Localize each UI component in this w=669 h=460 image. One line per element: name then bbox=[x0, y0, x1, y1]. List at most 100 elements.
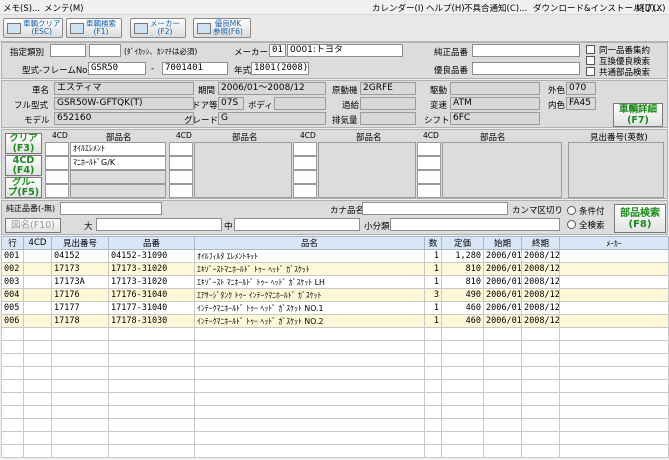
figure-name-button[interactable]: 図名(F10) bbox=[5, 218, 61, 233]
period-label: 期間 bbox=[198, 86, 216, 96]
cell-name bbox=[194, 431, 425, 445]
menu-memo[interactable]: メモ(S)... bbox=[3, 2, 40, 14]
table-row[interactable] bbox=[1, 405, 669, 419]
parts-entry-panel: 4CD 部品名 4CD 部品名 4CD 部品名 4CD 部品名 見出番号(英数)… bbox=[1, 129, 668, 199]
maker-name-field[interactable]: 0001:トヨタ bbox=[287, 44, 403, 57]
common-checkbox[interactable] bbox=[586, 67, 595, 76]
kana-input[interactable] bbox=[362, 202, 508, 215]
table-row[interactable]: 003 17173A 17173-31020 ｴｷｿﾞｰｽﾄ ﾏﾆﾎｰﾙﾄﾞ ﾄｩｰ … bbox=[1, 275, 669, 289]
col-start[interactable]: 始期 bbox=[483, 236, 522, 250]
genuine-no-field[interactable] bbox=[472, 44, 580, 57]
table-row[interactable] bbox=[1, 392, 669, 406]
type-field-2[interactable] bbox=[89, 44, 121, 57]
menu-maintenance[interactable]: メンテ(M) bbox=[44, 2, 83, 14]
grade-label: グレード bbox=[184, 116, 219, 126]
part-code-cell[interactable] bbox=[169, 156, 193, 170]
table-row[interactable] bbox=[1, 353, 669, 367]
col-maker[interactable]: ﾒｰｶｰ bbox=[559, 236, 669, 250]
mid-class-input[interactable] bbox=[234, 218, 360, 231]
col-part-no[interactable]: 品番 bbox=[108, 236, 195, 250]
part-name-cell[interactable] bbox=[70, 170, 166, 184]
part-name-cell[interactable]: ﾏﾆﾎｰﾙﾄﾞG/K bbox=[70, 156, 166, 170]
part-code-cell[interactable] bbox=[417, 184, 441, 198]
number-list[interactable] bbox=[568, 142, 664, 198]
part-name-cell[interactable] bbox=[70, 184, 166, 198]
col-price[interactable]: 定価 bbox=[441, 236, 484, 250]
cell-num bbox=[51, 405, 109, 419]
table-row[interactable] bbox=[1, 418, 669, 432]
part-code-cell[interactable] bbox=[417, 142, 441, 156]
cell-end: 2008/12 bbox=[521, 288, 560, 302]
same-part-checkbox[interactable] bbox=[586, 45, 595, 54]
car-icon bbox=[134, 22, 148, 34]
part-code-cell[interactable] bbox=[417, 170, 441, 184]
cell-row: 005 bbox=[1, 301, 24, 315]
table-row[interactable] bbox=[1, 431, 669, 445]
table-row[interactable] bbox=[1, 327, 669, 341]
small-class-input[interactable] bbox=[390, 218, 560, 231]
part-name-cell[interactable]: ｵｲﾙｴﾚﾒﾝﾄ bbox=[70, 142, 166, 156]
part-code-cell[interactable] bbox=[45, 170, 69, 184]
part-code-cell[interactable] bbox=[417, 156, 441, 170]
frame-no-field[interactable]: 7001401 bbox=[162, 62, 228, 75]
part-code-cell[interactable] bbox=[45, 142, 69, 156]
premium-no-field[interactable] bbox=[472, 62, 580, 75]
part-code-cell[interactable] bbox=[45, 156, 69, 170]
model-code-field[interactable]: GSR50 bbox=[88, 62, 146, 75]
col-row[interactable]: 行 bbox=[1, 236, 24, 250]
part-code-cell[interactable] bbox=[169, 170, 193, 184]
col-part-name[interactable]: 品名 bbox=[194, 236, 425, 250]
cell-end bbox=[521, 379, 560, 393]
cell-maker bbox=[559, 379, 669, 393]
menu-bug-report[interactable]: 不具合通知(C)... bbox=[464, 2, 527, 14]
part-code-cell[interactable] bbox=[293, 184, 317, 198]
table-row[interactable] bbox=[1, 340, 669, 354]
vehicle-clear-button[interactable]: 車輌クリア (ESC) bbox=[3, 18, 63, 38]
table-row[interactable]: 006 17178 17178-31030 ｲﾝﾃｰｸﾏﾆﾎｰﾙﾄﾞ ﾄｩｰ ﾍｯﾄﾞ… bbox=[1, 314, 669, 328]
all-search-radio[interactable] bbox=[567, 220, 576, 229]
type-field-1[interactable] bbox=[50, 44, 86, 57]
part-code-cell[interactable] bbox=[293, 142, 317, 156]
table-row[interactable]: 004 17176 17176-31040 ｴｱｻｰｼﾞﾀﾝｸ ﾄｩｰ ｲﾝﾃｰｸﾏﾆ… bbox=[1, 288, 669, 302]
maker-button[interactable]: メーカー (F2) bbox=[130, 18, 186, 38]
genuine-filter-input[interactable] bbox=[60, 202, 162, 215]
menu-calendar[interactable]: カレンダー(I) bbox=[372, 2, 424, 14]
parts-search-button[interactable]: 部品検索 (F8) bbox=[614, 204, 666, 233]
clear-button[interactable]: クリア (F3) bbox=[5, 133, 42, 154]
part-code-cell[interactable] bbox=[293, 170, 317, 184]
part-name-cell[interactable] bbox=[318, 142, 416, 198]
part-code-cell[interactable] bbox=[169, 184, 193, 198]
vehicle-detail-button[interactable]: 車輌詳細 (F7) bbox=[613, 103, 663, 127]
table-row[interactable]: 001 04152 04152-31090 ｵｲﾙﾌｨﾙﾀ ｴﾚﾒﾝﾄｷｯﾄ 1 1,28… bbox=[1, 249, 669, 263]
part-code-cell[interactable] bbox=[45, 184, 69, 198]
large-class-input[interactable] bbox=[96, 218, 222, 231]
conditional-radio[interactable] bbox=[567, 206, 576, 215]
vehicle-search-button[interactable]: 車輌検索 (F1) bbox=[66, 18, 122, 38]
part-code-cell[interactable] bbox=[293, 156, 317, 170]
part-code-cell[interactable] bbox=[169, 142, 193, 156]
table-row[interactable]: 002 17173 17173-31020 ｴｷｿﾞｰｽﾄﾏﾆﾎｰﾙﾄﾞ ﾄｩｰ ﾍｯ… bbox=[1, 262, 669, 276]
cell-name bbox=[194, 353, 425, 367]
table-row[interactable]: 005 17177 17177-31040 ｲﾝﾃｰｸﾏﾆﾎｰﾙﾄﾞ ﾄｩｰ ﾍｯﾄﾞ… bbox=[1, 301, 669, 315]
part-name-cell[interactable] bbox=[442, 142, 562, 198]
premium-maker-button[interactable]: 優良MK 参照(F6) bbox=[193, 18, 251, 38]
col-qty[interactable]: 数 bbox=[424, 236, 442, 250]
maker-code-field[interactable]: 01 bbox=[269, 44, 286, 57]
cell-num: 04152 bbox=[51, 249, 109, 263]
year-field[interactable]: 1801(2008) bbox=[251, 62, 309, 75]
table-row[interactable] bbox=[1, 444, 669, 458]
cell-name bbox=[194, 405, 425, 419]
col-end[interactable]: 終期 bbox=[521, 236, 560, 250]
menu-exit[interactable]: 終了(X) bbox=[636, 2, 665, 14]
table-row[interactable] bbox=[1, 379, 669, 393]
col-4cd[interactable]: 4CD bbox=[23, 236, 52, 250]
part-name-cell[interactable] bbox=[194, 142, 292, 198]
table-row[interactable] bbox=[1, 366, 669, 380]
menu-help[interactable]: ヘルプ(H) bbox=[426, 2, 465, 14]
col-num[interactable]: 見出番号 bbox=[51, 236, 109, 250]
compat-checkbox[interactable] bbox=[586, 56, 595, 65]
4cd-button[interactable]: 4CD (F4) bbox=[5, 155, 42, 176]
cell-start bbox=[483, 340, 522, 354]
group-button[interactable]: グル- プ(F5) bbox=[5, 177, 42, 198]
period-field: 2006/01～2008/12 bbox=[218, 82, 326, 95]
